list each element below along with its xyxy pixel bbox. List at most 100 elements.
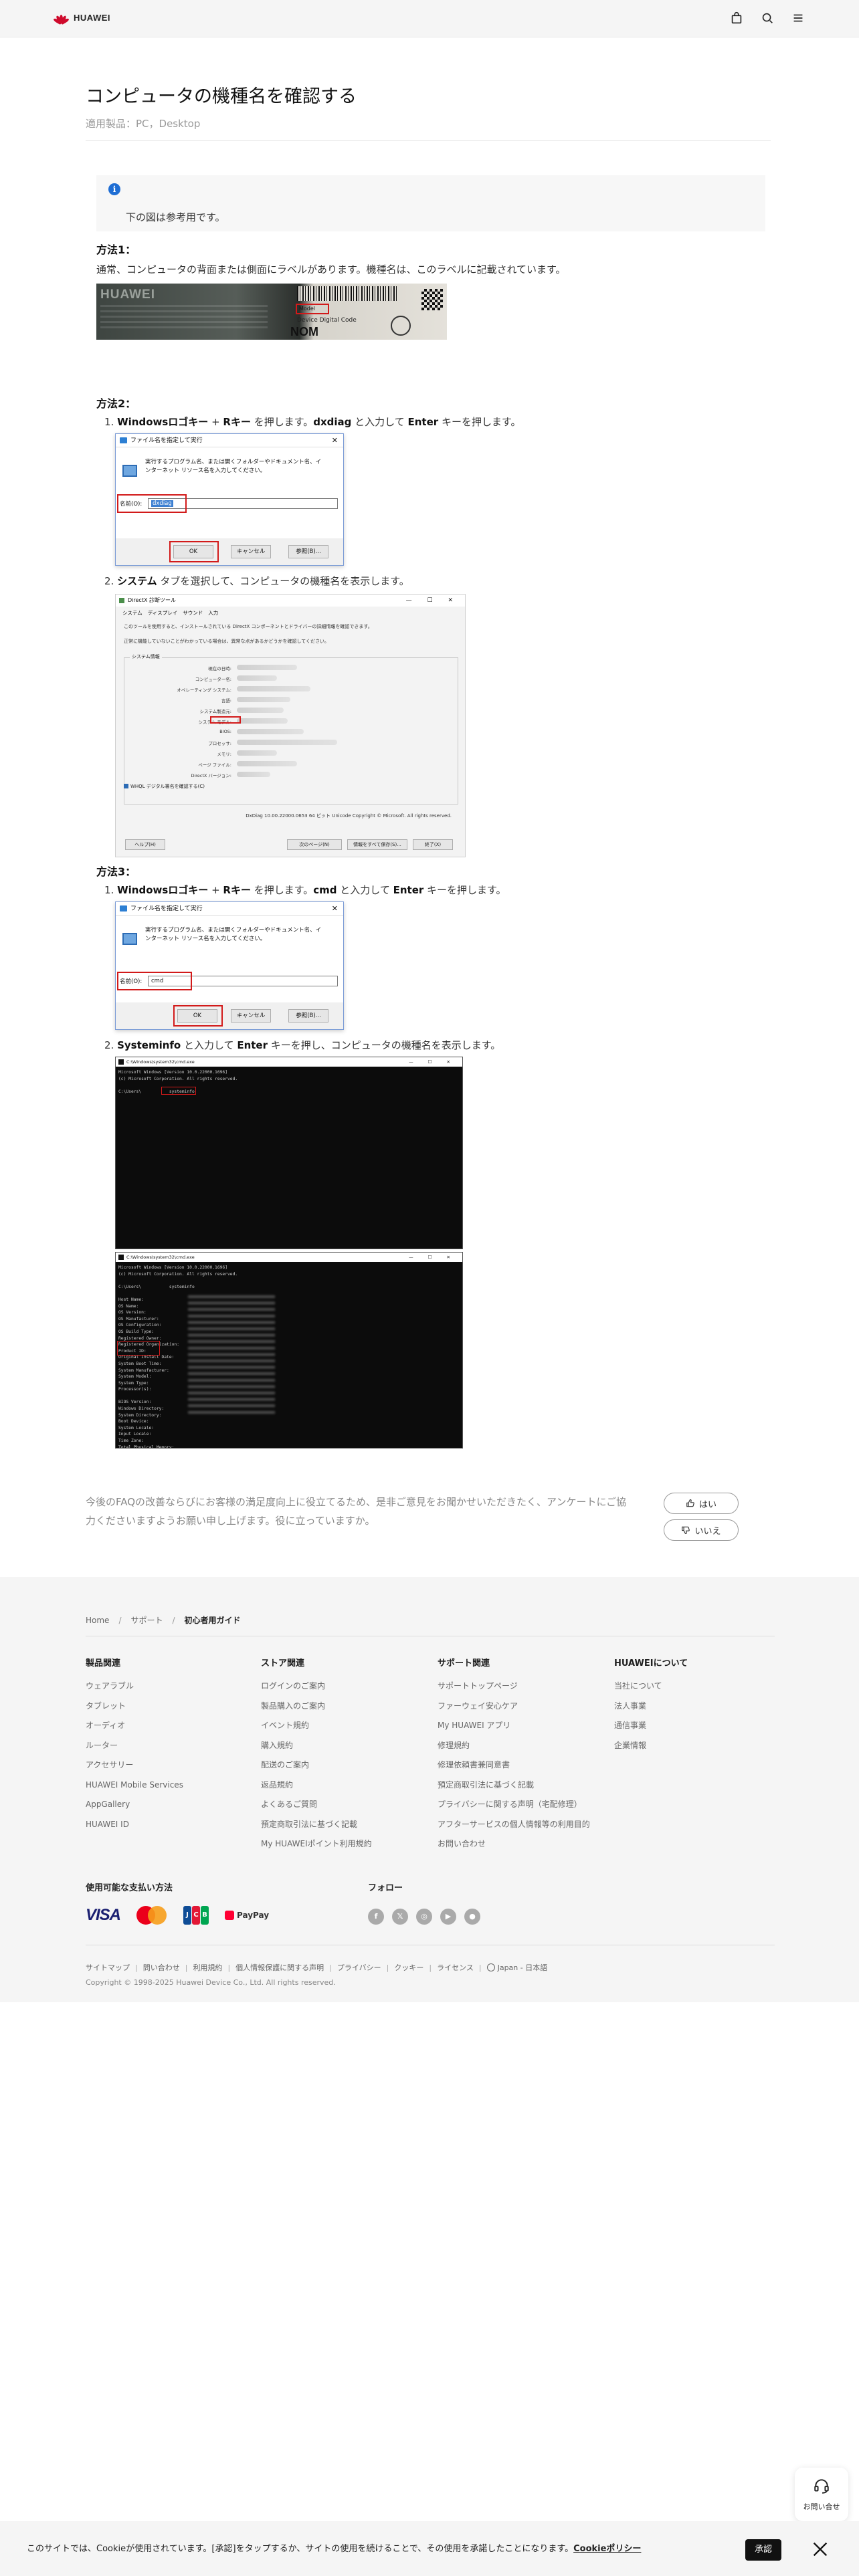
cookie-policy-link[interactable]: Cookieポリシー — [573, 2544, 641, 2554]
footer-link[interactable]: ログインのご案内 — [261, 1677, 372, 1697]
footer-link[interactable]: サポートトップページ — [438, 1677, 590, 1697]
sysinfo-field: Input Locale: — [118, 1432, 152, 1437]
breadcrumb-support[interactable]: サポート — [130, 1616, 163, 1625]
nom-mark: NOM — [290, 325, 318, 338]
footer-link[interactable]: HUAWEI ID — [86, 1815, 183, 1835]
huawei-flower-icon — [52, 11, 70, 25]
close-icon: ✕ — [331, 904, 338, 913]
sysinfo-field: Time Zone: — [118, 1438, 144, 1444]
cancel-button: キャンセル — [231, 545, 271, 558]
footer-link[interactable]: 企業情報 — [614, 1736, 688, 1756]
copyright: Copyright © 1998-2025 Huawei Device Co.,… — [86, 1978, 336, 1987]
footer-link[interactable]: My HUAWEIポイント利用規約 — [261, 1834, 372, 1854]
footer-link[interactable]: 通信事業 — [614, 1716, 688, 1736]
page-title: コンピュータの機種名を確認する — [86, 86, 357, 107]
legal-link[interactable]: ライセンス — [437, 1963, 474, 1972]
close-icon[interactable] — [811, 2540, 830, 2559]
jcb-logo: JCB — [183, 1906, 209, 1925]
thumbs-down-icon — [682, 1526, 690, 1534]
cookie-banner: このサイトでは、Cookieが使用されています。[承認]をタップするか、サイトの… — [0, 2521, 859, 2576]
legal-link[interactable]: クッキー — [394, 1963, 423, 1972]
instagram-icon[interactable]: ◎ — [416, 1909, 432, 1925]
search-icon[interactable] — [760, 11, 775, 25]
device-code-text: Device Digital Code — [297, 317, 357, 324]
method3-heading: 方法3： — [96, 865, 136, 878]
method1-text: 通常、コンピュータの背面または側面にラベルがあります。機種名は、このラベルに記載… — [96, 263, 566, 276]
cookie-message: このサイトでは、Cookieが使用されています。[承認]をタップするか、サイトの… — [27, 2544, 642, 2554]
paypay-logo: PayPay — [225, 1911, 269, 1920]
legal-link[interactable]: 個人情報保護に関する声明 — [235, 1963, 324, 1972]
footer-link[interactable]: 返品規約 — [261, 1776, 372, 1796]
footer-link[interactable]: 製品購入のご案内 — [261, 1697, 372, 1717]
footer-link[interactable]: 修理規約 — [438, 1736, 590, 1756]
footer-link[interactable]: 預定商取引法に基づく記載 — [438, 1776, 590, 1796]
legal-links: サイトマップ | 問い合わせ | 利用規約 | 個人情報保護に関する声明 | プライバシー | クッ… — [86, 1963, 548, 1972]
method2-heading: 方法2： — [96, 397, 136, 410]
run-dialog-dxdiag: ファイル名を指定して実行 ✕ 実行するプログラム名、または開くフォルダーやドキュメ… — [115, 433, 344, 566]
footer-link[interactable]: 購入規約 — [261, 1736, 372, 1756]
line-icon[interactable]: ● — [464, 1909, 480, 1925]
brand-name: HUAWEI — [74, 12, 110, 23]
footer-link[interactable]: よくあるご質問 — [261, 1795, 372, 1815]
applies-to: 適用製品：PC，Desktop — [86, 118, 201, 130]
footer-link[interactable]: 預定商取引法に基づく記載 — [261, 1815, 372, 1835]
footer-column: HUAWEIについて 当社について 法人事業 通信事業 企業情報 — [614, 1656, 688, 1755]
footer-column: 製品関連 ウェアラブル タブレット オーディオ ルーター アクセサリー HUAWEI Mob… — [86, 1656, 183, 1834]
footer-link[interactable]: 修理依頼書兼同意書 — [438, 1755, 590, 1776]
footer-link[interactable]: AppGallery — [86, 1795, 183, 1815]
run-icon — [120, 905, 127, 911]
follow-heading: フォロー — [368, 1883, 403, 1893]
footer-link[interactable]: HUAWEI Mobile Services — [86, 1776, 183, 1796]
footer-link[interactable]: 当社について — [614, 1677, 688, 1697]
youtube-icon[interactable]: ▶ — [440, 1909, 456, 1925]
info-icon: i — [108, 183, 120, 195]
footer-link[interactable]: アフターサービスの個人情報等の利用目的 — [438, 1815, 590, 1835]
cmd-systeminfo-screenshot: C:\Windows\system32\cmd.exe — ☐ ✕ Microso… — [115, 1252, 463, 1448]
feedback-yes-button[interactable]: はい — [664, 1493, 739, 1514]
huawei-logo[interactable]: HUAWEI — [52, 11, 110, 25]
menu-icon[interactable] — [791, 11, 805, 25]
site-footer: Home / サポート / 初心者用ガイド 製品関連 ウェアラブル タブレット オーディオ ルー… — [0, 1577, 859, 2002]
footer-link[interactable]: オーディオ — [86, 1716, 183, 1736]
bag-icon[interactable] — [729, 11, 744, 25]
barcode-image — [297, 286, 397, 301]
legal-link[interactable]: プライバシー — [337, 1963, 381, 1972]
feedback-no-button[interactable]: いいえ — [664, 1519, 739, 1541]
browse-button: 参照(B)... — [288, 1009, 328, 1023]
feedback-section: 今後のFAQの改善ならびにお客様の満足度向上に役立てるため、是非ご意見をお聞かせ… — [86, 1493, 771, 1541]
x-icon[interactable]: 𝕏 — [392, 1909, 408, 1925]
cmd-icon — [118, 1255, 124, 1260]
qr-code-image — [421, 289, 443, 310]
cancel-button: キャンセル — [231, 1009, 271, 1023]
certification-mark — [391, 316, 411, 336]
footer-link[interactable]: ウェアラブル — [86, 1677, 183, 1697]
footer-link[interactable]: My HUAWEI アプリ — [438, 1716, 590, 1736]
footer-link[interactable]: ルーター — [86, 1736, 183, 1756]
dxdiag-window-screenshot: DirectX 診断ツール — ☐ ✕ システム ディスプレイ サウンド 入力 こ… — [115, 594, 466, 857]
cookie-accept-button[interactable]: 承認 — [745, 2539, 781, 2561]
footer-link[interactable]: イベント規約 — [261, 1716, 372, 1736]
breadcrumb: Home / サポート / 初心者用ガイド — [86, 1616, 241, 1625]
legal-link[interactable]: 問い合わせ — [143, 1963, 180, 1972]
legal-link[interactable]: サイトマップ — [86, 1963, 130, 1972]
footer-link[interactable]: 配送のご案内 — [261, 1755, 372, 1776]
breadcrumb-home[interactable]: Home — [86, 1616, 109, 1625]
method1-heading: 方法1： — [96, 243, 136, 256]
sysinfo-field: Boot Device: — [118, 1419, 149, 1424]
info-note: i 下の図は参考用です。 — [96, 175, 765, 231]
footer-link[interactable]: アクセサリー — [86, 1755, 183, 1776]
payment-heading: 使用可能な支払い方法 — [86, 1883, 173, 1893]
footer-link[interactable]: プライバシーに関する声明（宅配修理） — [438, 1795, 590, 1815]
footer-link[interactable]: お問い合わせ — [438, 1834, 590, 1854]
locale-selector[interactable]: Japan - 日本語 — [498, 1963, 548, 1972]
breadcrumb-current: 初心者用ガイド — [184, 1616, 241, 1625]
footer-link[interactable]: ファーウェイ安心ケア — [438, 1697, 590, 1717]
facebook-icon[interactable]: f — [368, 1909, 384, 1925]
legal-link[interactable]: 利用規約 — [193, 1963, 222, 1972]
device-label-photo: HUAWEI Model Device Digital Code NOM — [96, 284, 447, 340]
note-text: 下の図は参考用です。 — [126, 211, 225, 223]
contact-us-button[interactable]: お問い合せ — [795, 2468, 848, 2521]
footer-link[interactable]: タブレット — [86, 1697, 183, 1717]
footer-column: サポート関連 サポートトップページ ファーウェイ安心ケア My HUAWEI アプリ修… — [438, 1656, 590, 1854]
footer-link[interactable]: 法人事業 — [614, 1697, 688, 1717]
